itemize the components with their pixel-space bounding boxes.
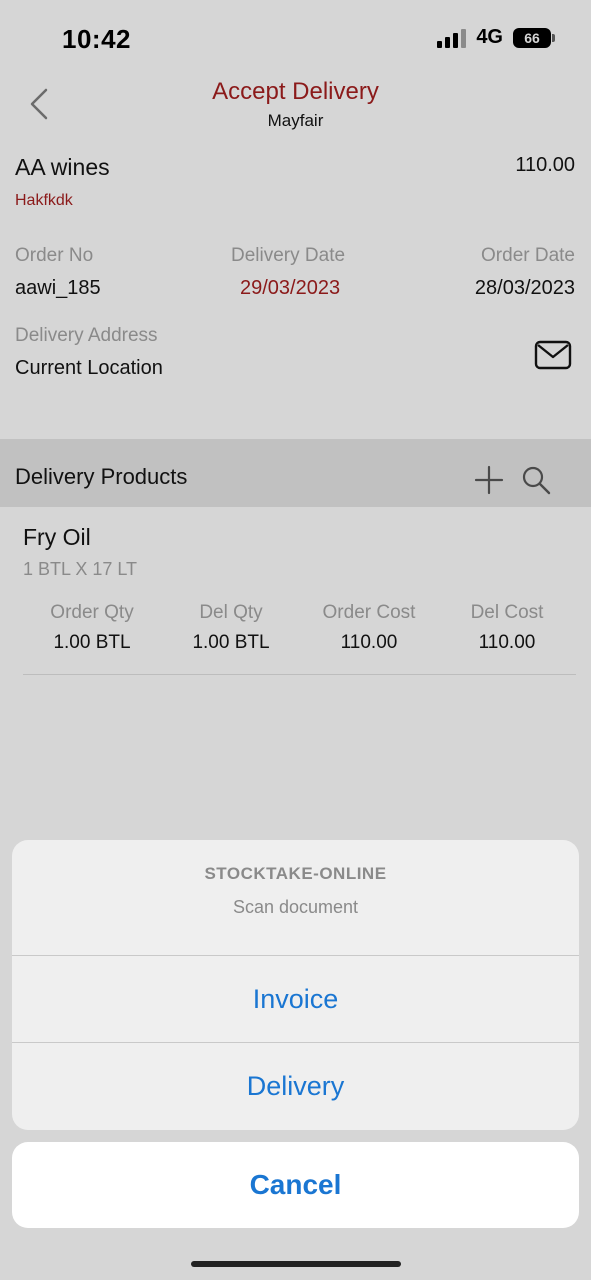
status-indicators: 4G 66 [437,26,555,49]
product-divider [23,674,576,675]
product-name[interactable]: Fry Oil [23,524,91,551]
del-cost-label: Del Cost [470,602,544,623]
page-title: Accept Delivery [212,78,379,105]
del-cost-value[interactable]: 110.00 [442,632,572,654]
order-cost-label: Order Cost [322,602,416,623]
page-subtitle: Mayfair [267,111,324,130]
home-indicator[interactable] [191,1261,401,1267]
battery-icon: 66 [513,27,555,48]
delivery-date-label: Delivery Date [231,245,346,266]
screen: 10:42 4G 66 Accept Delivery Mayfair AA w… [0,0,591,1280]
order-cost-column: Order Cost 110.00 [304,602,434,654]
delivery-date-value[interactable]: 29/03/2023 [240,277,340,300]
cancel-button[interactable]: Cancel [12,1142,579,1228]
signal-icon [437,28,467,48]
supplier-code: Hakfkdk [15,192,73,209]
action-sheet-title: STOCKTAKE-ONLINE [204,864,387,883]
order-no-label: Order No [15,245,94,266]
del-cost-column: Del Cost 110.00 [442,602,572,654]
search-icon[interactable] [521,465,551,495]
delivery-option-button[interactable]: Delivery [12,1043,579,1130]
del-qty-column: Del Qty 1.00 BTL [166,602,296,654]
action-sheet: STOCKTAKE-ONLINE Scan document Invoice D… [12,840,579,1130]
envelope-icon[interactable] [534,340,572,370]
order-qty-column: Order Qty 1.00 BTL [27,602,157,654]
invoice-option-button[interactable]: Invoice [12,956,579,1043]
order-no-value: aawi_185 [15,277,101,299]
action-sheet-message: Scan document [232,897,359,917]
order-total: 110.00 [515,154,575,176]
order-qty-value: 1.00 BTL [53,632,131,653]
network-type: 4G [476,26,503,48]
order-cost-value: 110.00 [340,632,398,653]
address-label: Delivery Address [15,325,158,346]
order-qty-label: Order Qty [50,602,134,623]
order-date-label: Order Date [481,245,575,266]
status-time: 10:42 [62,24,131,54]
del-qty-value[interactable]: 1.00 BTL [166,632,296,654]
action-sheet-header: STOCKTAKE-ONLINE Scan document [12,840,579,956]
plus-icon[interactable] [474,465,504,495]
del-qty-label: Del Qty [199,602,263,623]
order-date-value: 28/03/2023 [474,277,575,299]
product-pack: 1 BTL X 17 LT [23,559,138,579]
products-title: Delivery Products [15,464,188,489]
supplier-name: AA wines [15,154,110,180]
address-value: Current Location [15,357,163,379]
